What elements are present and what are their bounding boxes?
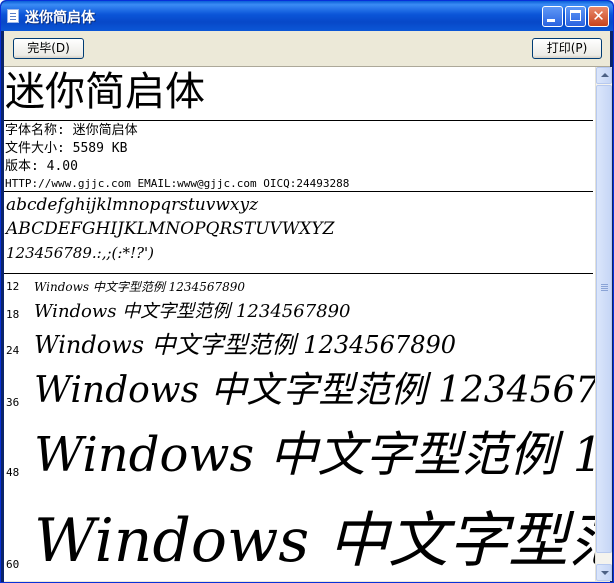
size-label: 36	[6, 396, 20, 409]
scroll-thumb[interactable]	[596, 85, 612, 553]
size-label: 60	[6, 558, 20, 571]
size-label: 48	[6, 466, 20, 479]
divider	[4, 120, 593, 121]
sample-text: Windows 中文字型范例 1234567890	[34, 331, 457, 359]
size-label: 12	[6, 280, 20, 293]
file-size-line: 文件大小: 5589 KB	[5, 141, 128, 156]
sample-row-12: 12 Windows 中文字型范例 1234567890	[4, 273, 595, 293]
close-icon: ✕	[592, 7, 605, 25]
size-label: 24	[6, 344, 20, 357]
sample-text: Windows 中文字型范例 1234567890	[34, 280, 246, 294]
sample-text: Windows 中文字型范例 1234567890	[34, 301, 351, 322]
grip-icon	[601, 284, 608, 285]
sample-row-48: 48 Windows 中文字型范例 1234567890	[4, 409, 595, 479]
sample-row-18: 18 Windows 中文字型范例 1234567890	[4, 293, 595, 322]
scroll-down-button[interactable]	[596, 564, 612, 581]
font-display-name: 迷你简启体	[5, 69, 205, 115]
minimize-button[interactable]	[542, 6, 563, 27]
toolbar: 完毕(D) 打印(P)	[4, 31, 610, 67]
sample-text: Windows 中文字型范例 1234567890	[34, 427, 595, 483]
font-viewer-window: 迷你简启体 ✕ 完毕(D) 打印(P) 迷你简启体 字体名称: 迷你简启体 文件…	[0, 0, 614, 583]
font-name-line: 字体名称: 迷你简启体	[5, 123, 138, 138]
done-button[interactable]: 完毕(D)	[13, 38, 84, 59]
size-label: 18	[6, 308, 20, 321]
sample-row-36: 36 Windows 中文字型范例 1234567890	[4, 357, 595, 411]
arrow-down-icon	[601, 571, 609, 575]
document-icon	[7, 9, 19, 23]
minimize-icon	[547, 19, 555, 22]
font-preview-area: 迷你简启体 字体名称: 迷你简启体 文件大小: 5589 KB 版本: 4.00…	[4, 67, 595, 581]
print-button[interactable]: 打印(P)	[532, 38, 602, 59]
close-button[interactable]: ✕	[588, 6, 609, 27]
vertical-scrollbar[interactable]	[595, 67, 612, 581]
version-line: 版本: 4.00	[5, 159, 78, 174]
sample-row-60: 60 Windows 中文字型范例 1234567890	[4, 479, 595, 571]
sample-text: Windows 中文字型范例 1234567890	[34, 506, 595, 576]
sample-row-24: 24 Windows 中文字型范例 1234567890	[4, 321, 595, 357]
title-bar[interactable]: 迷你简启体 ✕	[1, 1, 613, 31]
contact-line: HTTP://www.gjjc.com EMAIL:www@gjjc.com O…	[5, 177, 350, 190]
maximize-button[interactable]	[565, 6, 586, 27]
sample-text: Windows 中文字型范例 1234567890	[34, 370, 595, 411]
arrow-up-icon	[601, 73, 609, 77]
window-title: 迷你简启体	[25, 10, 95, 26]
maximize-icon	[570, 10, 581, 21]
digits-sample: 123456789.:,;(:*!?')	[6, 244, 154, 262]
uppercase-sample: ABCDEFGHIJKLMNOPQRSTUVWXYZ	[6, 219, 335, 239]
scroll-up-button[interactable]	[596, 67, 612, 84]
lowercase-sample: abcdefghijklmnopqrstuvwxyz	[6, 195, 259, 215]
divider	[4, 191, 593, 192]
